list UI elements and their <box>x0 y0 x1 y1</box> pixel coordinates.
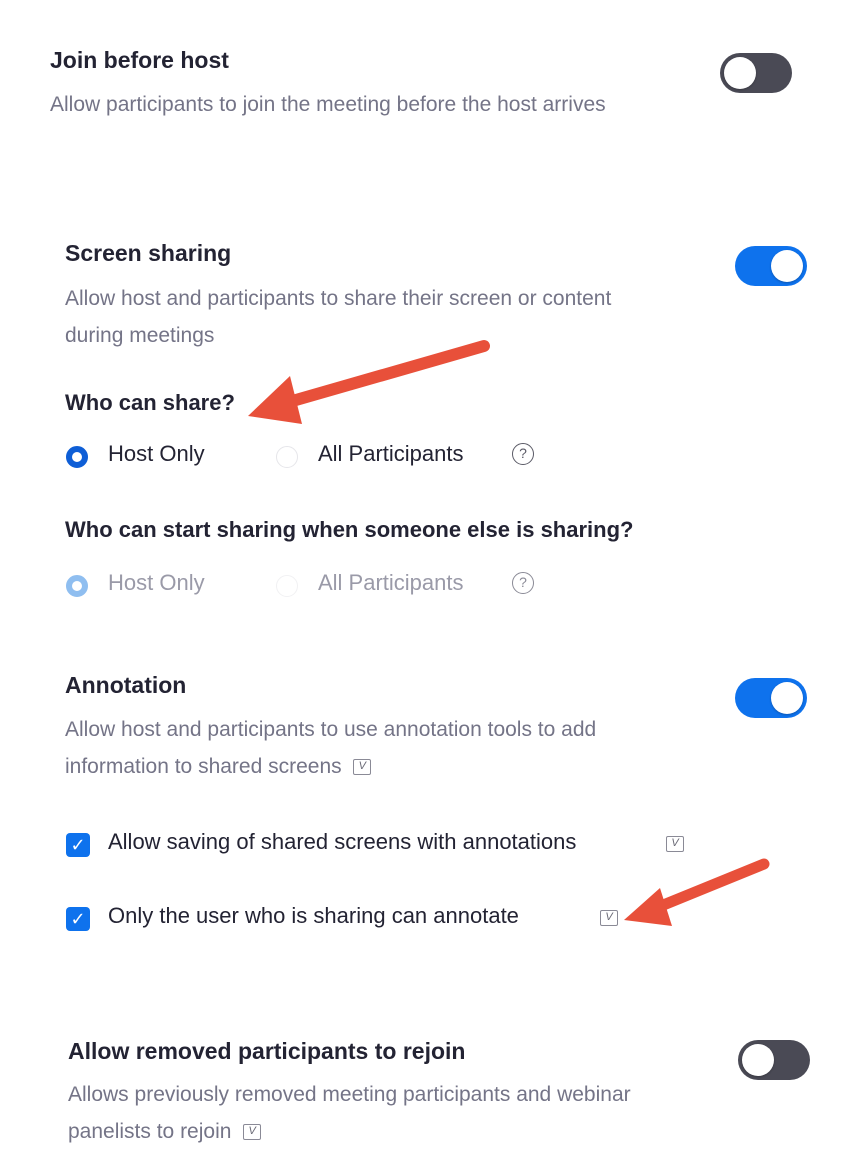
red-arrow-icon <box>248 340 490 424</box>
annotation-overlay <box>248 340 770 926</box>
red-arrow-icon <box>624 858 770 926</box>
